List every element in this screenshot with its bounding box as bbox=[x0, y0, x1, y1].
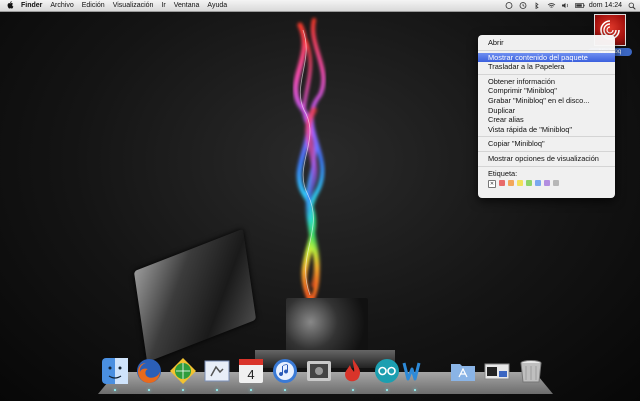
menu-item-obtener-informacion[interactable]: Obtener información bbox=[478, 77, 615, 87]
clock[interactable]: dom 14:24 bbox=[589, 2, 622, 9]
preview-window-icon[interactable] bbox=[482, 356, 512, 386]
menu-ayuda[interactable]: Ayuda bbox=[203, 0, 231, 11]
timemachine-icon[interactable] bbox=[519, 2, 527, 9]
menu-ir[interactable]: Ir bbox=[157, 0, 169, 11]
dock-running-indicator bbox=[216, 389, 218, 391]
tag-color-swatch[interactable] bbox=[544, 180, 550, 187]
menu-edicion[interactable]: Edición bbox=[78, 0, 109, 11]
menu-item-trasladar-papelera[interactable]: Trasladar a la Papelera bbox=[478, 62, 615, 72]
tag-color-swatch[interactable] bbox=[553, 180, 559, 187]
spotlight-icon[interactable] bbox=[628, 2, 636, 10]
menu-separator bbox=[478, 150, 615, 152]
battery-icon[interactable] bbox=[575, 2, 585, 9]
finder-icon[interactable] bbox=[100, 356, 130, 386]
tag-color-row: ✕ bbox=[478, 180, 615, 189]
volume-icon[interactable] bbox=[561, 2, 569, 9]
tag-color-swatch[interactable] bbox=[526, 180, 532, 187]
menu-item-grabar-disco[interactable]: Grabar "Minibloq" en el disco... bbox=[478, 96, 615, 106]
menu-item-abrir[interactable]: Abrir bbox=[478, 38, 615, 48]
dock-running-indicator bbox=[284, 389, 286, 391]
menu-separator bbox=[478, 73, 615, 75]
wifi-icon[interactable] bbox=[547, 2, 556, 9]
w-app-icon[interactable] bbox=[400, 356, 430, 386]
flame-app-icon[interactable] bbox=[338, 356, 368, 386]
lighter-chimney bbox=[286, 298, 368, 358]
globe-app-icon[interactable] bbox=[168, 356, 198, 386]
tag-color-swatch[interactable] bbox=[535, 180, 541, 187]
menu-item-mostrar-contenido[interactable]: Mostrar contenido del paquete bbox=[478, 52, 615, 63]
tag-color-swatch[interactable] bbox=[517, 180, 523, 187]
desktop[interactable]: Finder Archivo Edición Visualización Ir … bbox=[0, 0, 640, 401]
menu-item-duplicar[interactable]: Duplicar bbox=[478, 106, 615, 116]
arduino-icon[interactable] bbox=[372, 356, 402, 386]
applications-folder-icon[interactable] bbox=[448, 356, 478, 386]
dock-running-indicator bbox=[250, 389, 252, 391]
menu-separator bbox=[478, 49, 615, 51]
dock-running-indicator bbox=[182, 389, 184, 391]
calendar-icon[interactable]: 4 bbox=[236, 356, 266, 386]
mail-icon[interactable] bbox=[202, 356, 232, 386]
tag-color-swatch[interactable] bbox=[508, 180, 514, 187]
trash-icon[interactable] bbox=[516, 356, 546, 386]
menu-ventana[interactable]: Ventana bbox=[170, 0, 204, 11]
dock-running-indicator bbox=[148, 389, 150, 391]
menu-item-opciones-visualizacion[interactable]: Mostrar opciones de visualización bbox=[478, 154, 615, 164]
dock-running-indicator bbox=[352, 389, 354, 391]
lighter-lid bbox=[133, 228, 257, 363]
bluetooth-icon[interactable] bbox=[533, 2, 541, 10]
menu-separator bbox=[478, 136, 615, 138]
menu-item-crear-alias[interactable]: Crear alias bbox=[478, 115, 615, 125]
firefox-icon[interactable] bbox=[134, 356, 164, 386]
tag-color-swatch[interactable] bbox=[499, 180, 505, 187]
menu-bar: Finder Archivo Edición Visualización Ir … bbox=[0, 0, 640, 12]
menu-archivo[interactable]: Archivo bbox=[46, 0, 77, 11]
photo-booth-icon[interactable] bbox=[304, 356, 334, 386]
menu-finder[interactable]: Finder bbox=[17, 0, 46, 11]
flame-wallpaper-art bbox=[293, 18, 326, 303]
tag-label: Etiqueta: bbox=[488, 168, 518, 178]
menu-separator bbox=[478, 165, 615, 167]
dock-running-indicator bbox=[114, 389, 116, 391]
menu-item-copiar[interactable]: Copiar "Minibloq" bbox=[478, 139, 615, 149]
menu-extras: dom 14:24 bbox=[505, 0, 636, 11]
tag-none-icon[interactable]: ✕ bbox=[488, 180, 496, 189]
menu-item-vista-rapida[interactable]: Vista rápida de "Minibloq" bbox=[478, 125, 615, 135]
itunes-icon[interactable] bbox=[270, 356, 300, 386]
menu-visualizacion[interactable]: Visualización bbox=[109, 0, 158, 11]
menu-item-comprimir[interactable]: Comprimir "Minibloq" bbox=[478, 86, 615, 96]
apple-menu-icon[interactable] bbox=[0, 0, 17, 11]
context-menu: Abrir Mostrar contenido del paquete Tras… bbox=[478, 35, 615, 198]
dock-running-indicator bbox=[386, 389, 388, 391]
svg-text:4: 4 bbox=[247, 367, 254, 382]
dock-running-indicator bbox=[414, 389, 416, 391]
user-tray-icon[interactable] bbox=[505, 2, 513, 9]
